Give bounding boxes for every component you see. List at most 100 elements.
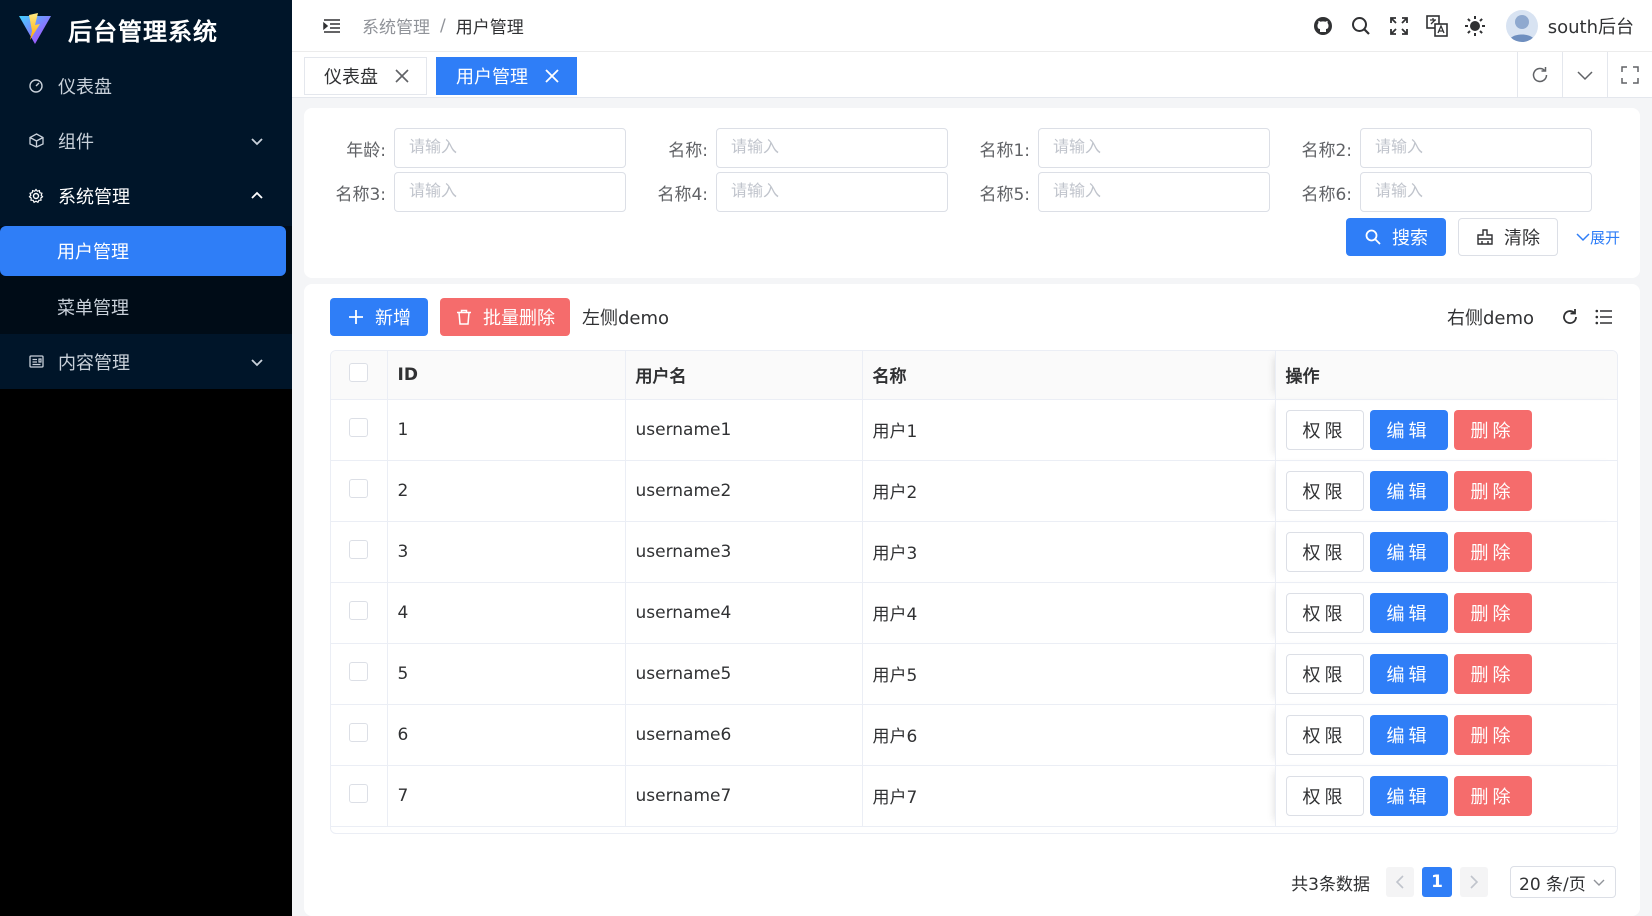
name2-input[interactable] <box>1360 128 1592 168</box>
delete-button[interactable]: 删除 <box>1453 531 1532 572</box>
fullscreen-icon[interactable] <box>1388 15 1410 37</box>
form-item-name4: 名称4: <box>626 172 948 212</box>
translate-icon[interactable] <box>1425 15 1448 37</box>
expand-toggle[interactable]: 展开 <box>1576 227 1620 248</box>
tab-user-management[interactable]: 用户管理 <box>436 57 577 95</box>
chevron-down-icon[interactable] <box>1562 52 1607 98</box>
cell-id: 3 <box>387 521 626 583</box>
table-header-row: ID 用户名 名称 操作 <box>331 351 1617 400</box>
broom-icon <box>1476 228 1494 246</box>
row-checkbox[interactable] <box>349 417 368 437</box>
cell-id: 4 <box>387 582 626 644</box>
column-header-name[interactable]: 名称 <box>862 351 1276 400</box>
cell-username: username6 <box>625 704 863 766</box>
permission-button[interactable]: 权限 <box>1285 409 1364 450</box>
cell-id: 1 <box>387 399 626 461</box>
name5-input[interactable] <box>1038 172 1270 212</box>
row-checkbox[interactable] <box>349 783 368 803</box>
row-checkbox[interactable] <box>349 661 368 681</box>
delete-button[interactable]: 删除 <box>1453 592 1532 633</box>
sidebar-item-dashboard[interactable]: 仪表盘 <box>0 58 292 113</box>
edit-button[interactable]: 编辑 <box>1369 531 1448 572</box>
delete-button[interactable]: 删除 <box>1453 470 1532 511</box>
sidebar-item-content[interactable]: 内容管理 <box>0 334 292 389</box>
breadcrumb: 系统管理 / 用户管理 <box>362 13 524 39</box>
page-size-select[interactable]: 20 条/页 <box>1510 866 1616 898</box>
edit-button[interactable]: 编辑 <box>1369 470 1448 511</box>
delete-button[interactable]: 删除 <box>1453 775 1532 816</box>
breadcrumb-item[interactable]: 系统管理 <box>362 13 430 38</box>
page-number[interactable]: 1 <box>1422 867 1452 897</box>
edit-button[interactable]: 编辑 <box>1369 775 1448 816</box>
row-checkbox[interactable] <box>349 478 368 498</box>
breadcrumb-current: 用户管理 <box>455 18 524 38</box>
table-row: 5 username5 用户5 权限 编辑 删除 <box>331 643 1617 705</box>
edit-button[interactable]: 编辑 <box>1369 714 1448 755</box>
cell-name: 用户1 <box>862 399 1276 461</box>
app-logo: 后台管理系统 <box>0 0 292 58</box>
name3-input[interactable] <box>394 172 626 212</box>
column-header-id[interactable]: ID <box>387 351 626 400</box>
permission-button[interactable]: 权限 <box>1285 470 1364 511</box>
sidebar-item-components[interactable]: 组件 <box>0 113 292 168</box>
table-row: 6 username6 用户6 权限 编辑 删除 <box>331 704 1617 766</box>
age-input[interactable] <box>394 128 626 168</box>
tab-dashboard[interactable]: 仪表盘 <box>304 57 427 95</box>
refresh-icon[interactable] <box>1517 52 1562 98</box>
permission-button[interactable]: 权限 <box>1285 714 1364 755</box>
table-row: 2 username2 用户2 权限 编辑 删除 <box>331 460 1617 522</box>
sidebar-item-label: 内容管理 <box>58 352 130 374</box>
name4-input[interactable] <box>716 172 948 212</box>
column-header-username[interactable]: 用户名 <box>625 351 863 400</box>
delete-button[interactable]: 删除 <box>1453 653 1532 694</box>
row-checkbox[interactable] <box>349 539 368 559</box>
permission-button[interactable]: 权限 <box>1285 592 1364 633</box>
user-name[interactable]: south后台 <box>1548 13 1634 39</box>
edit-button[interactable]: 编辑 <box>1369 592 1448 633</box>
close-icon[interactable] <box>394 68 410 84</box>
row-checkbox[interactable] <box>349 722 368 742</box>
delete-button[interactable]: 删除 <box>1453 409 1532 450</box>
batch-delete-button[interactable]: 批量删除 <box>440 298 570 336</box>
sun-icon[interactable] <box>1464 15 1486 37</box>
main-content: 年龄: 名称: 名称1: 名称2: 名称3: 名称4: <box>292 98 1652 916</box>
close-icon[interactable] <box>544 68 560 84</box>
delete-button[interactable]: 删除 <box>1453 714 1532 755</box>
form-label: 名称6: <box>1301 184 1352 205</box>
refresh-icon[interactable] <box>1560 307 1580 327</box>
form-item-name2: 名称2: <box>1270 128 1592 168</box>
select-all-checkbox[interactable] <box>349 362 368 382</box>
toolbar-right-text: 右侧demo <box>1446 308 1534 329</box>
add-button[interactable]: 新增 <box>330 298 428 336</box>
column-settings-icon[interactable] <box>1594 307 1614 327</box>
permission-button[interactable]: 权限 <box>1285 531 1364 572</box>
permission-button[interactable]: 权限 <box>1285 653 1364 694</box>
form-item-name1: 名称1: <box>948 128 1270 168</box>
expand-icon[interactable] <box>1607 52 1652 98</box>
avatar[interactable] <box>1505 10 1538 42</box>
permission-button[interactable]: 权限 <box>1285 775 1364 816</box>
search-button[interactable]: 搜索 <box>1345 218 1446 256</box>
user-table: ID 用户名 名称 操作 1 username1 用户1 权限 编辑 删除 2 usernam… <box>330 350 1618 834</box>
search-icon[interactable] <box>1350 15 1372 37</box>
sidebar-item-user-management[interactable]: 用户管理 <box>0 226 286 276</box>
sidebar-item-menu-management[interactable]: 菜单管理 <box>0 279 286 334</box>
edit-button[interactable]: 编辑 <box>1369 409 1448 450</box>
name6-input[interactable] <box>1360 172 1592 212</box>
next-page-button[interactable] <box>1460 867 1488 897</box>
clear-button[interactable]: 清除 <box>1457 218 1558 256</box>
prev-page-button[interactable] <box>1386 867 1414 897</box>
sidebar-item-label: 系统管理 <box>58 186 130 208</box>
sidebar-item-label: 仪表盘 <box>58 76 112 98</box>
form-item-name5: 名称5: <box>948 172 1270 212</box>
menu-fold-icon[interactable] <box>320 14 344 38</box>
sidebar-item-system[interactable]: 系统管理 <box>0 168 292 223</box>
form-label: 名称2: <box>1301 140 1352 161</box>
row-checkbox[interactable] <box>349 600 368 620</box>
form-label: 年龄: <box>346 140 386 161</box>
edit-button[interactable]: 编辑 <box>1369 653 1448 694</box>
github-icon[interactable] <box>1312 15 1334 37</box>
tabs-bar: 仪表盘 用户管理 <box>292 52 1652 98</box>
name1-input[interactable] <box>1038 128 1270 168</box>
name-input[interactable] <box>716 128 948 168</box>
